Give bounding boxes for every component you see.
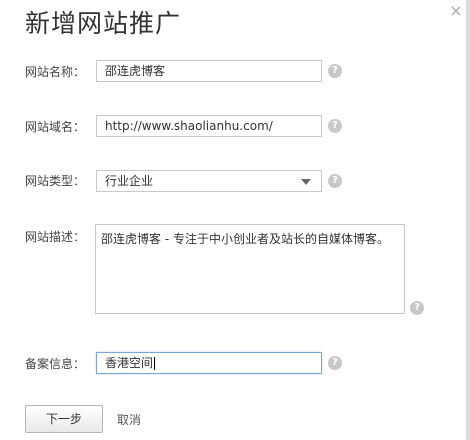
next-step-button[interactable]: 下一步: [25, 405, 103, 433]
site-type-selected-value: 行业企业: [105, 174, 154, 188]
site-domain-label: 网站域名：: [25, 120, 86, 134]
text-caret: [154, 357, 156, 370]
icp-info-value: 香港空间: [105, 356, 154, 370]
dialog-right-border: [466, 0, 470, 440]
icp-info-input[interactable]: 香港空间: [96, 352, 322, 374]
close-icon[interactable]: ×: [449, 3, 463, 19]
site-type-help-icon[interactable]: ?: [328, 174, 342, 188]
site-name-label: 网站名称：: [25, 65, 86, 79]
site-domain-help-icon[interactable]: ?: [328, 119, 342, 133]
icp-info-label: 备案信息：: [25, 357, 86, 371]
chevron-down-icon: [301, 179, 311, 185]
dialog-title: 新增网站推广: [25, 9, 182, 38]
site-name-help-icon[interactable]: ?: [328, 64, 342, 78]
site-name-input[interactable]: 邵连虎博客: [96, 60, 322, 82]
site-type-label: 网站类型：: [25, 174, 86, 188]
cancel-link[interactable]: 取消: [117, 411, 141, 428]
site-description-textarea[interactable]: 邵连虎博客 - 专注于中小创业者及站长的自媒体博客。: [95, 224, 405, 314]
site-type-select[interactable]: 行业企业: [96, 170, 322, 192]
site-description-label: 网站描述：: [25, 230, 86, 244]
site-description-help-icon[interactable]: ?: [410, 301, 424, 315]
icp-info-help-icon[interactable]: ?: [328, 356, 342, 370]
site-domain-input[interactable]: http://www.shaolianhu.com/: [96, 115, 322, 137]
